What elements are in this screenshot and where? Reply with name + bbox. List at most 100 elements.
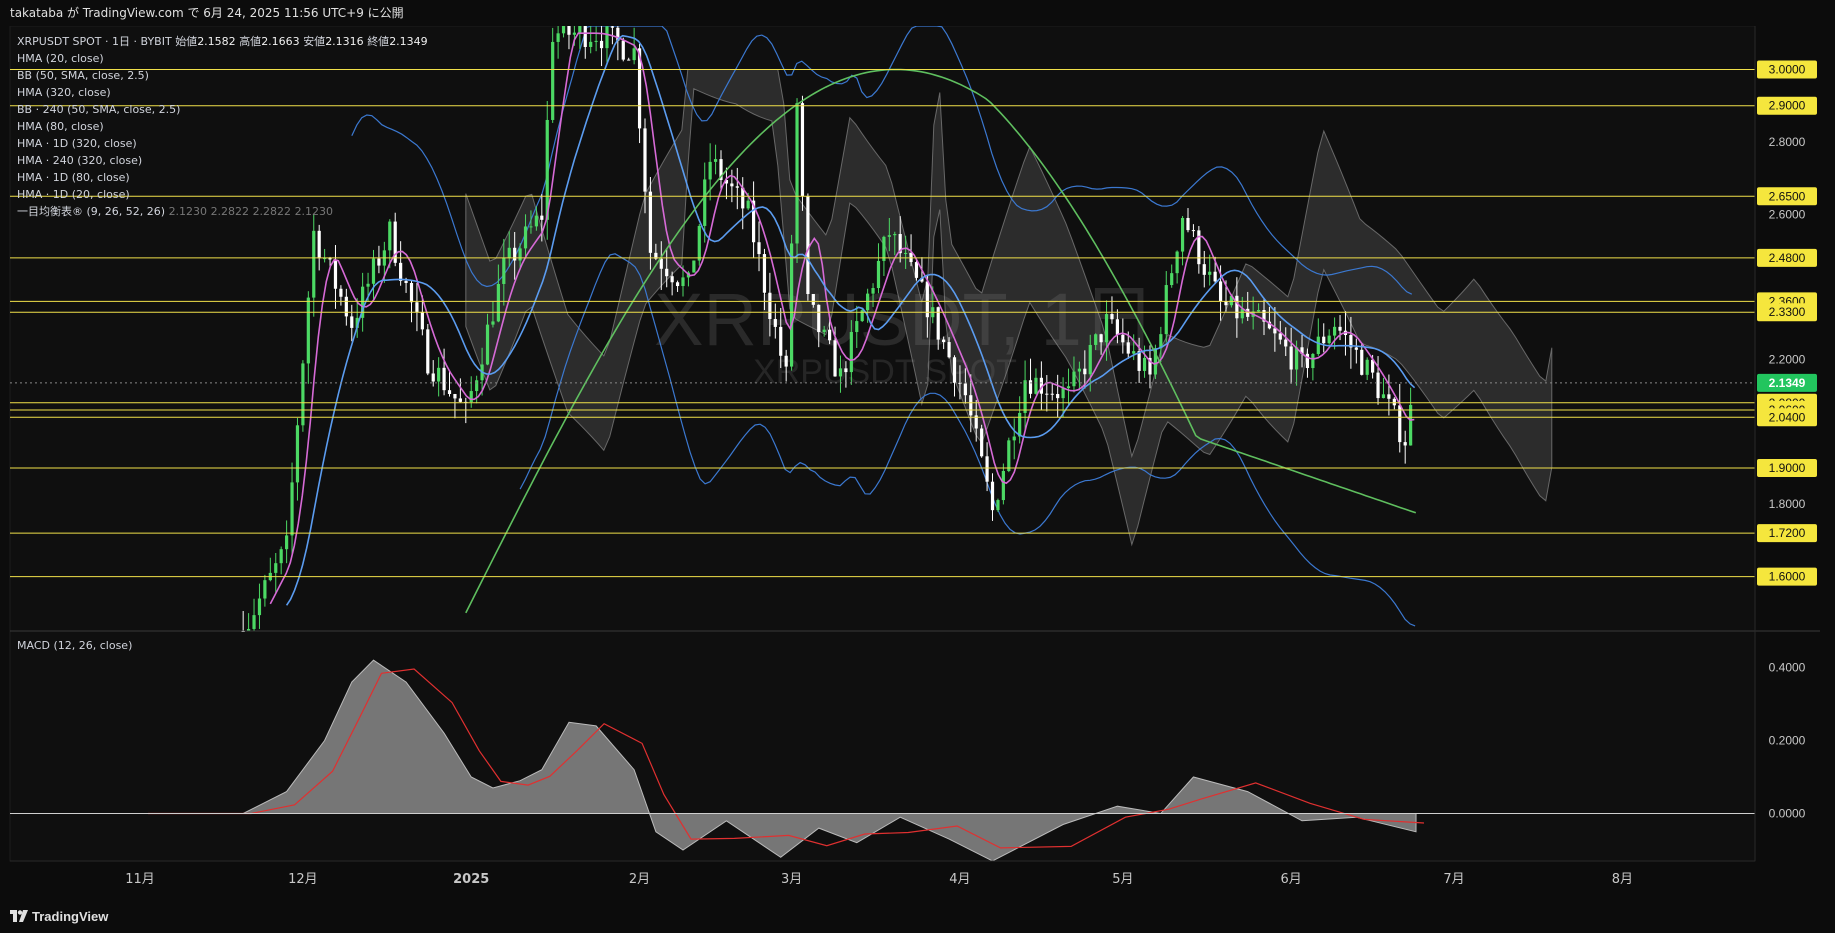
candle-body [703, 179, 707, 226]
candle-body [431, 373, 435, 382]
candle-body [1121, 334, 1125, 343]
legend-indicator-hma80[interactable]: HMA (80, close) [17, 118, 428, 135]
candle-body [1018, 412, 1022, 437]
time-axis-tick: 3月 [781, 872, 802, 887]
candle-body [556, 33, 560, 42]
candle-body [871, 288, 875, 294]
level-label: 2.4800 [1769, 251, 1806, 265]
tradingview-logo-icon [10, 910, 28, 922]
candle-body [567, 26, 571, 35]
legend-indicator-hma1d20[interactable]: HMA · 1D (20, close) [17, 186, 428, 203]
candle-body [713, 159, 718, 162]
candle-body [404, 280, 408, 284]
candle-body [887, 235, 891, 237]
candle-body [1126, 342, 1130, 354]
footer: TradingView [0, 901, 1835, 933]
candle-body [279, 549, 283, 564]
legend-indicator-hma20[interactable]: HMA (20, close) [17, 50, 428, 67]
candle-body [252, 615, 256, 629]
candle-body [773, 319, 777, 327]
legend-close: 2.1349 [389, 35, 428, 48]
macd-axis-tick: 0.2000 [1769, 734, 1806, 748]
candle-body [350, 316, 354, 328]
tradingview-logo[interactable]: TradingView [10, 909, 108, 924]
candle-body [502, 257, 506, 284]
candle-body [784, 355, 788, 367]
candle-body [1066, 386, 1071, 389]
candle-body [1180, 217, 1185, 252]
candle-body [985, 456, 989, 482]
candle-body [1077, 368, 1081, 372]
candle-body [844, 368, 848, 373]
candle-body [708, 161, 712, 180]
candle-body [675, 282, 680, 287]
candle-body [795, 103, 799, 244]
candle-body [1278, 333, 1282, 340]
candle-body [990, 481, 995, 511]
legend-indicator-hma1d320[interactable]: HMA · 1D (320, close) [17, 135, 428, 152]
legend-close-label: 終値 [367, 35, 390, 48]
candle-body [1354, 347, 1358, 350]
candle-body [632, 48, 636, 61]
candle-body [969, 395, 973, 416]
candle-body [1061, 388, 1065, 399]
candle-body [1115, 319, 1119, 335]
tradingview-brand: TradingView [32, 909, 109, 924]
candle-body [768, 292, 772, 320]
time-axis-tick: 6月 [1281, 872, 1302, 887]
candle-body [1110, 314, 1114, 320]
candle-body [371, 258, 376, 284]
candle-body [1284, 339, 1288, 347]
candle-body [893, 234, 897, 236]
candle-body [828, 329, 832, 341]
level-label: 2.3300 [1769, 305, 1806, 319]
candle-body [518, 248, 522, 261]
candle-body [659, 258, 663, 269]
candle-body [540, 215, 544, 220]
legend-low-label: 安値 [303, 35, 326, 48]
publish-header-text: takataba が TradingView.com で 6月 24, 2025… [10, 6, 404, 20]
candle-body [339, 288, 343, 297]
candle-body [447, 390, 452, 394]
candle-body [415, 302, 419, 312]
candle-body [914, 262, 919, 278]
candle-body [980, 428, 984, 457]
candle-body [583, 26, 587, 47]
candle-body [800, 103, 805, 196]
legend-indicator-bb[interactable]: BB (50, SMA, close, 2.5) [17, 67, 428, 84]
candle-body [1202, 264, 1206, 275]
candle-body [822, 329, 826, 333]
candle-body [572, 32, 576, 35]
legend-indicator-ichimoku[interactable]: 一目均衡表® (9, 26, 52, 26) 2.1230 2.2822 2.2… [17, 203, 428, 220]
candle-body [1311, 354, 1315, 369]
legend-symbol-row[interactable]: XRPUSDT SPOT · 1日 · BYBIT 始値2.1582 高値2.1… [17, 33, 428, 50]
candle-body [1338, 326, 1342, 331]
legend-indicator-bb240[interactable]: BB · 240 (50, SMA, close, 2.5) [17, 101, 428, 118]
candle-body [534, 215, 538, 227]
price-axis-tick: 2.8000 [1769, 135, 1806, 149]
candle-body [855, 321, 859, 333]
candle-body [1175, 251, 1179, 274]
time-axis-tick: 12月 [288, 872, 318, 887]
macd-legend[interactable]: MACD (12, 26, close) [17, 639, 132, 652]
current-price-label: 2.1349 [1769, 376, 1806, 390]
candle-body [1191, 230, 1196, 232]
legend-indicator-hma240-320[interactable]: HMA · 240 (320, close) [17, 152, 428, 169]
candle-body [1218, 281, 1223, 302]
candle-body [762, 254, 767, 293]
time-axis-tick: 5月 [1112, 872, 1133, 887]
candle-body [399, 262, 403, 281]
candle-body [561, 26, 566, 34]
candle-body [849, 332, 853, 373]
candle-body [838, 368, 843, 377]
candle-body [1398, 405, 1402, 443]
candle-body [1316, 336, 1320, 355]
candle-body [523, 226, 528, 249]
legend-indicator-hma320[interactable]: HMA (320, close) [17, 84, 428, 101]
legend-indicator-hma1d80[interactable]: HMA · 1D (80, close) [17, 169, 428, 186]
candle-body [285, 535, 289, 550]
candle-body [1381, 394, 1386, 399]
candle-body [551, 41, 555, 120]
candle-body [491, 321, 495, 325]
candle-body [1012, 436, 1016, 441]
